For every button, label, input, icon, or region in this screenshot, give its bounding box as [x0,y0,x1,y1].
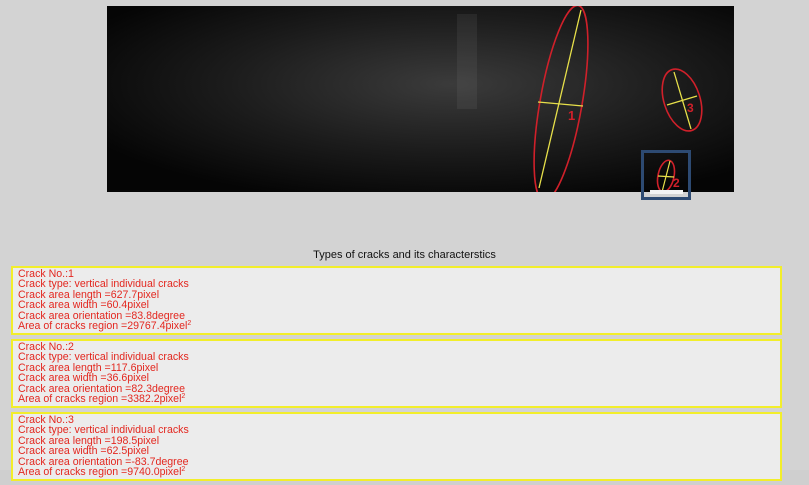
crack-region-area-text: Area of cracks region =29767.4pixel [18,320,188,333]
crack-region-area: Area of cracks region =3382.2pixel2 [18,393,774,406]
crack-region-area: Area of cracks region =9740.0pixel2 [18,466,774,479]
crack-region-area-exponent: 2 [181,393,186,401]
crack-region-area-exponent: 2 [187,320,192,328]
crack-image: 1 3 2 [107,6,734,192]
app-window: 1 3 2 Types of cracks and its characters… [0,0,809,481]
crack-region-area: Area of cracks region =29767.4pixel2 [18,320,774,333]
selection-scale-bar [650,190,683,194]
results-title: Types of cracks and its characterstics [313,249,496,261]
crack-1-label: 1 [568,108,575,123]
crack-3-label: 3 [687,101,694,115]
crack-region-area-text: Area of cracks region =9740.0pixel [18,466,182,479]
crack-card-1: Crack No.:1 Crack type: vertical individ… [11,266,782,335]
crack-results-list: Crack No.:1 Crack type: vertical individ… [11,266,782,485]
image-background [107,6,734,192]
crack-2-selection-box[interactable] [641,150,691,200]
surface-stain [457,14,477,109]
crack-image-overlay: 1 3 2 [107,6,734,192]
crack-card-3: Crack No.:3 Crack type: vertical individ… [11,412,782,481]
crack-card-2: Crack No.:2 Crack type: vertical individ… [11,339,782,408]
crack-region-area-text: Area of cracks region =3382.2pixel [18,393,182,406]
